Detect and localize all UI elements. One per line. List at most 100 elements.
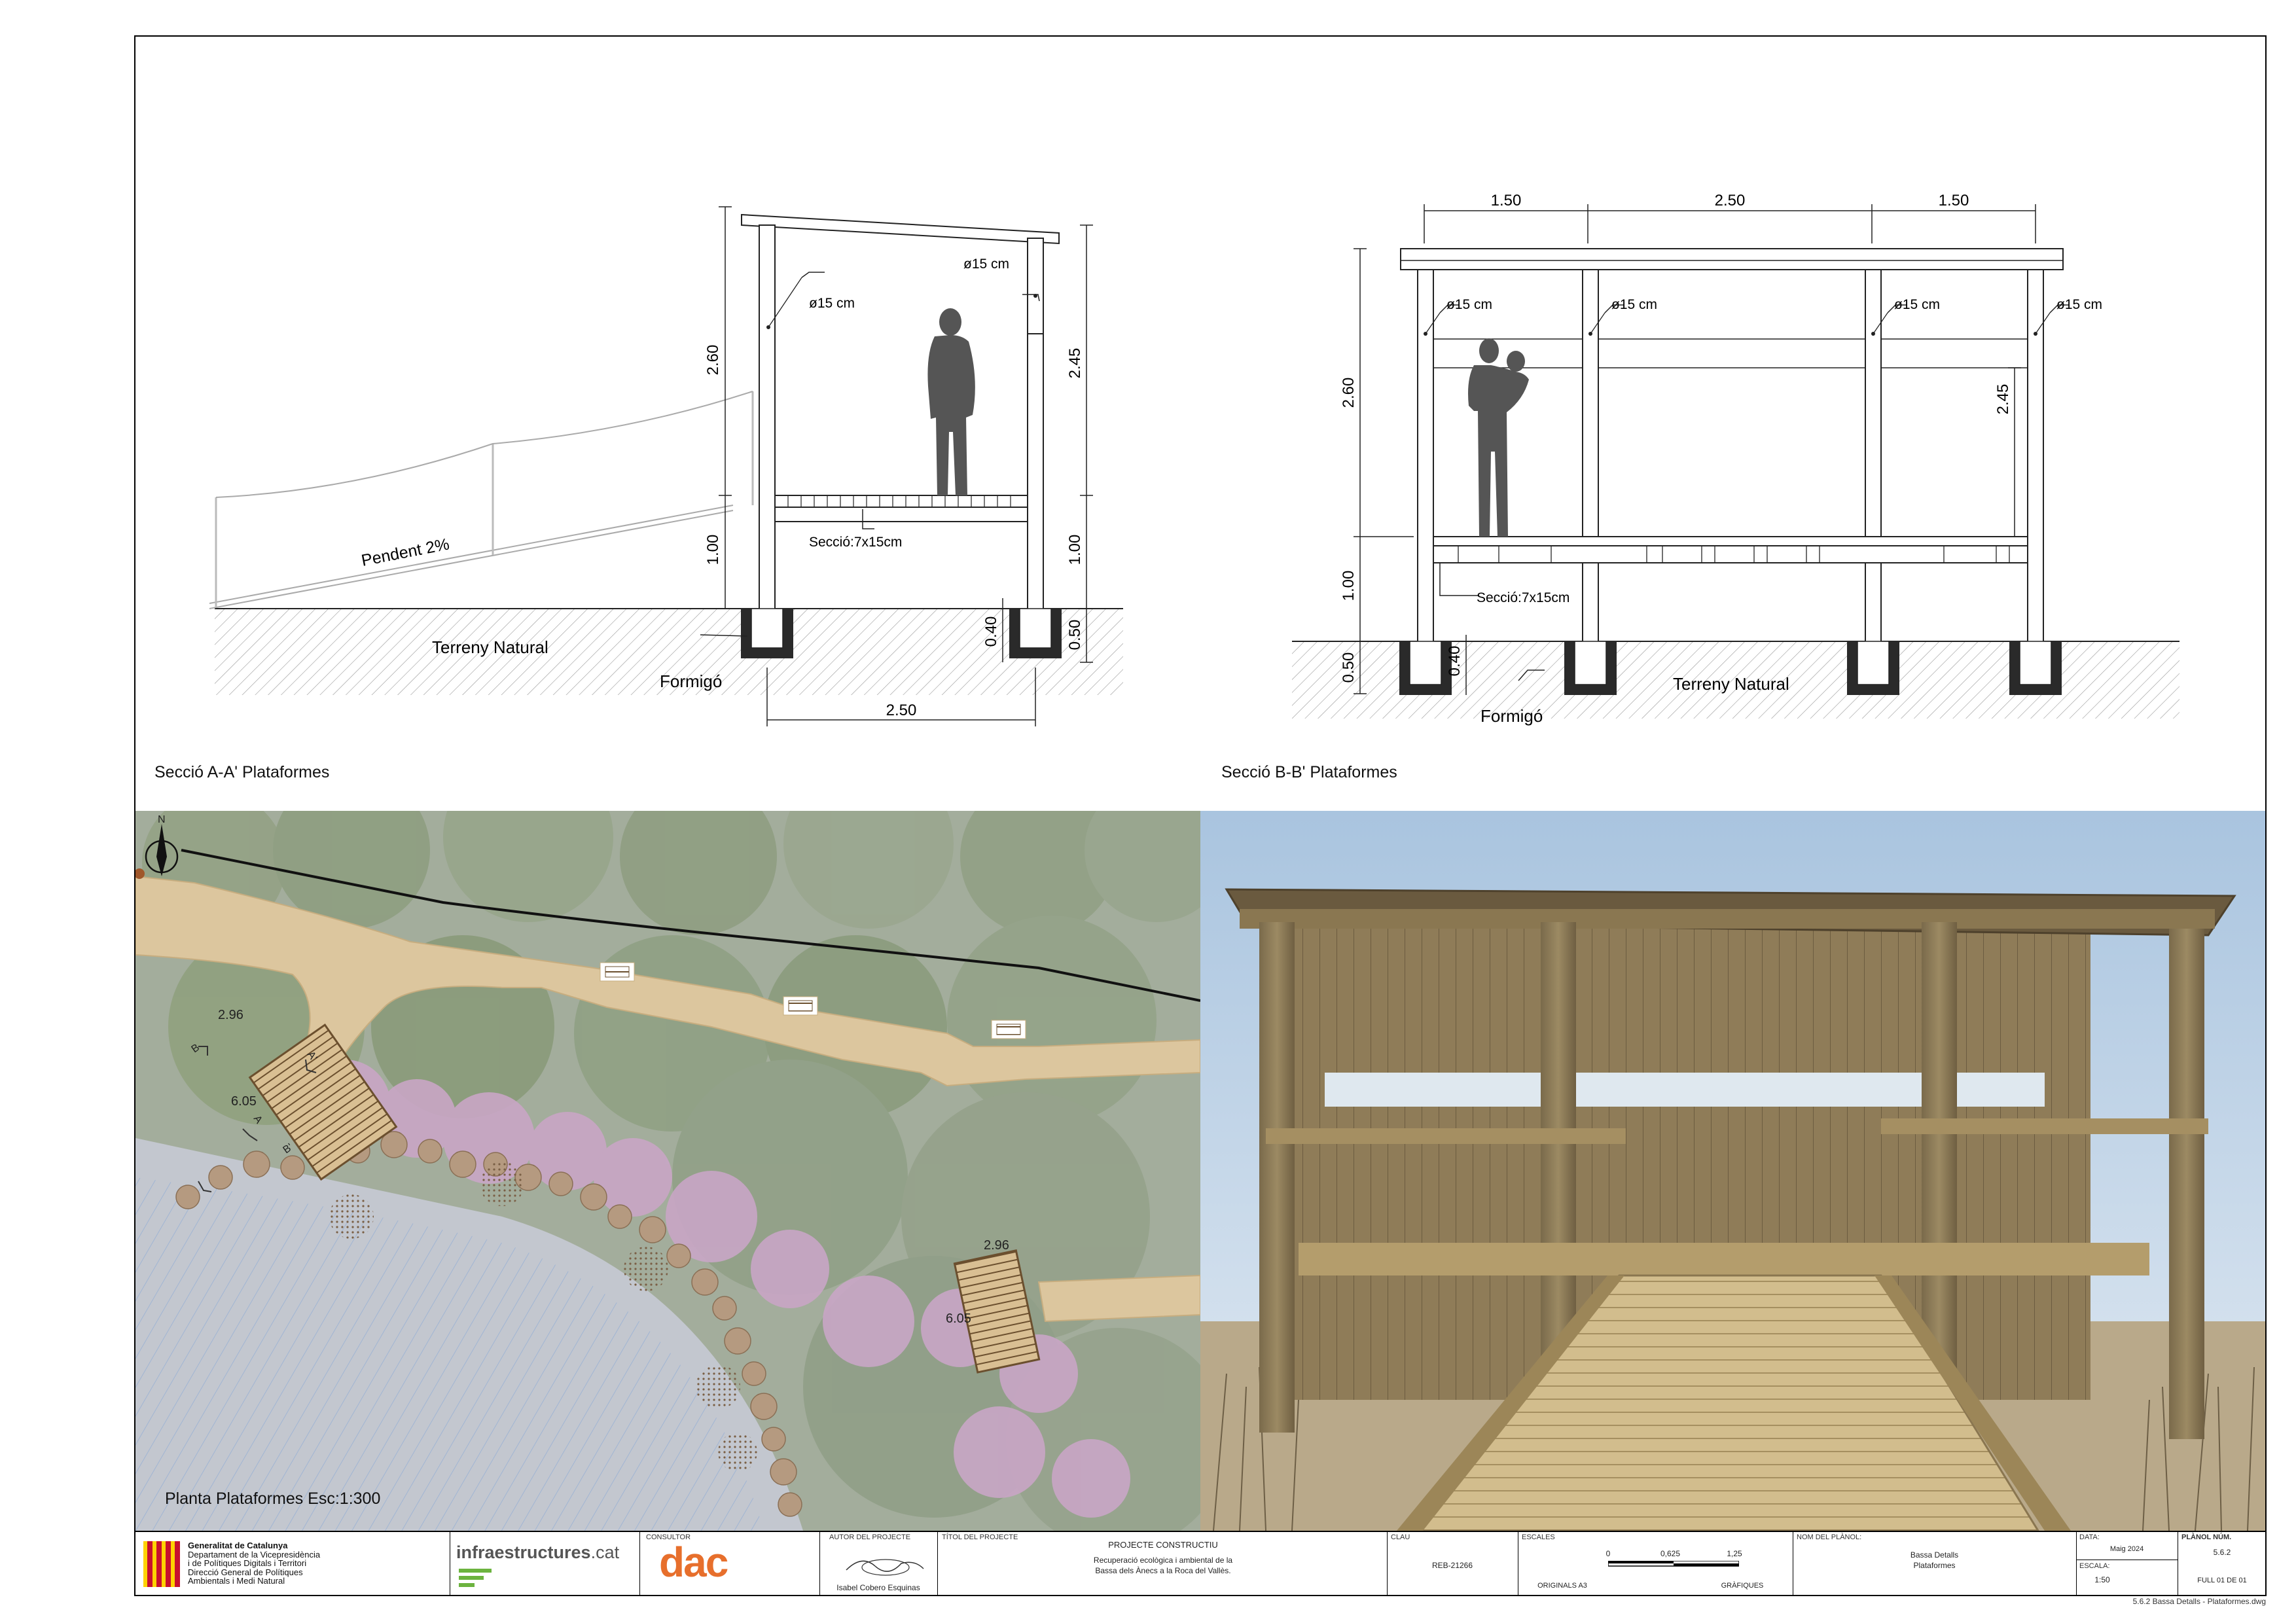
post-callout-dots [1424,332,2037,336]
tb-divider [819,1532,820,1595]
platform-1-width: 2.96 [218,1008,243,1022]
roof [741,213,1060,245]
planol-label: PLÀNOL NÚM. [2181,1533,2232,1541]
concrete-label: Formigó [1480,706,1543,726]
person-silhouette [1468,338,1529,537]
north-label: N [158,814,166,825]
dac-logo: dac [659,1539,728,1586]
post-label-left: ø15 cm [809,296,855,311]
platform-1-length: 6.05 [231,1094,257,1109]
tb-divider [2076,1532,2077,1595]
photo-rail-left [1266,1128,1626,1144]
dim-height-total: 2.60 [1340,378,1357,408]
slope-label: Pendent 2% [360,535,451,569]
nom-line-1: Bassa Detalls [1910,1550,1959,1560]
dim-deck: 1.00 [1340,571,1357,601]
footing-right [1009,608,1062,658]
org-line: Direcció General de Polítiques [188,1567,303,1577]
dim-height-roof: 2.45 [1066,348,1084,379]
data-label: DATA: [2079,1533,2100,1541]
bench-1 [600,962,635,982]
photo-deck [1299,1243,2149,1275]
post-callout-leaders [1425,312,2051,334]
dim-deck-right: 1.00 [1066,535,1084,565]
beam-label: Secció:7x15cm [809,535,902,550]
photo-panel [1200,811,2265,1531]
project-type: PROJECTE CONSTRUCTIU [1108,1540,1218,1550]
concrete-label: Formigó [660,671,722,691]
escales-label: ESCALES [1522,1533,1555,1541]
dim-height-roof: 2.45 [1994,384,2012,415]
tb-divider [639,1532,640,1595]
org-lines: Generalitat de Catalunya Departament de … [188,1541,320,1586]
photo-post-1 [1259,922,1295,1433]
beam [1433,545,2028,563]
dim-top-3: 1.50 [1939,192,1969,209]
dim-top-2: 2.50 [1715,192,1746,209]
post-label-right: ø15 cm [963,257,1009,272]
signature [846,1559,924,1576]
post-left [759,224,776,611]
dim-deck-left: 1.00 [704,535,722,565]
escala-label: ESCALA: [2079,1562,2110,1570]
post-label-4: ø15 cm [2056,297,2102,312]
plan-drawing: N 2.96 6.05 2.96 6.05 A A' B B' [135,811,1200,1531]
ramp-line [209,505,734,604]
grafiques-label: GRÀFIQUES [1721,1582,1764,1590]
photo-post-4 [2169,929,2204,1439]
nom-label: NOM DEL PLÀNOL: [1797,1533,1862,1541]
dim-footing-a: 0.50 [1340,652,1357,683]
clau-label: CLAU [1391,1533,1410,1541]
plan-caption: Planta Plataformes Esc:1:300 [165,1489,381,1508]
title-block: Generalitat de Catalunya Departament de … [134,1531,2267,1596]
footing-4 [2009,641,2062,695]
infra-stripes-icon [459,1569,492,1587]
footing-left [741,608,793,658]
scale-2: 1,25 [1727,1549,1742,1558]
rope [215,391,753,498]
org-line: Generalitat de Catalunya [188,1541,288,1550]
escala-value: 1:50 [2094,1575,2110,1584]
post-label-1: ø15 cm [1446,297,1492,312]
person-silhouette [927,308,975,495]
org-line: Departament de la Vicepresidència [188,1549,321,1560]
generalitat-logo [143,1541,180,1587]
section-bb-caption: Secció B-B' Plataformes [1221,763,1397,781]
dim-footing-b: 0.50 [1066,620,1084,651]
originals-label: ORIGINALS A3 [1537,1582,1587,1590]
dim-top-1: 1.50 [1491,192,1522,209]
photo-post-3 [1922,922,1957,1393]
beam [774,507,1028,522]
ground-label: Terreny Natural [1673,674,1789,694]
section-bb-drawing: 1.50 2.50 1.50 2.60 2.45 1.00 0.50 0.40 … [1292,192,2179,726]
bench-2 [783,996,818,1016]
section-aa-caption: Secció A-A' Plataformes [154,763,330,781]
data-value: Maig 2024 [2109,1545,2144,1553]
nom-line-2: Plataformes [1913,1561,1956,1570]
ground-label: Terreny Natural [432,637,548,657]
dim-footing-b: 0.40 [1446,646,1463,677]
file-name: 5.6.2 Bassa Detalls - Plataformes.dwg [2132,1597,2266,1606]
deck [774,495,1028,508]
side-path [1037,1274,1200,1323]
dim-height-total: 2.60 [704,345,722,376]
scale-0: 0 [1605,1549,1611,1558]
photo-rail-right [1881,1118,2208,1134]
post-callout-dot [1033,294,1037,298]
footing-1 [1399,641,1452,695]
dim-footing-a: 0.40 [982,616,1000,647]
full-value: FULL 01 DE 01 [2197,1577,2247,1584]
planol-value: 5.6.2 [2213,1548,2231,1557]
post-label-2: ø15 cm [1611,297,1657,312]
project-title-1: Recuperació ecològica i ambiental de la [1093,1556,1233,1565]
deck [1433,536,2028,546]
clau-value: REB-21266 [1431,1561,1473,1570]
org-line: Ambientals i Medi Natural [188,1576,285,1586]
infra-logo: infraestructures.cat [456,1543,619,1563]
bench-3 [991,1020,1026,1039]
infra-name: infraestructures [456,1543,591,1562]
dim-lines-bb [1354,204,2070,695]
roof-fascia [1240,909,2215,929]
autor-name: Isabel Cobero Esquinas [836,1583,920,1592]
beam-label: Secció:7x15cm [1477,590,1570,605]
